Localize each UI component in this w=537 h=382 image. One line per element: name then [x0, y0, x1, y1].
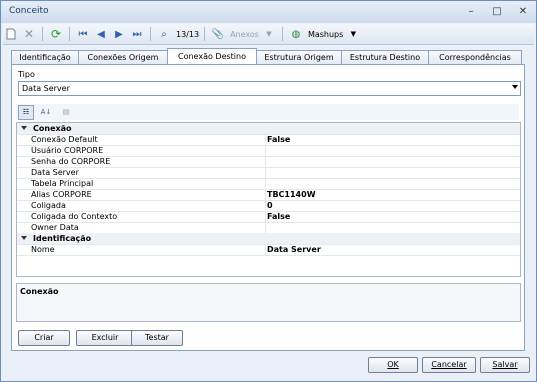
property-name: Data Server	[31, 168, 79, 177]
tab-estrutura-destino[interactable]: Estrutura Destino	[341, 50, 429, 64]
property-row[interactable]: Nome Data Server	[17, 244, 520, 256]
attachment-icon: 📎	[211, 28, 225, 40]
window-controls: – □ ✕	[464, 6, 530, 18]
tab-correspondencias[interactable]: Correspondências	[428, 50, 522, 64]
description-panel: Conexão	[16, 283, 521, 322]
testar-button[interactable]: Testar	[131, 330, 183, 346]
chevron-down-icon[interactable]: ▼	[345, 26, 361, 42]
tab-conexao-destino[interactable]: Conexão Destino	[167, 48, 257, 64]
description-title: Conexão	[20, 287, 59, 296]
category-label: Conexão	[33, 124, 72, 133]
collapse-icon[interactable]	[21, 126, 27, 130]
categorized-view-icon[interactable]: ☷	[18, 104, 34, 120]
property-grid: Conexão Conexão Default False Usuário COR…	[16, 122, 521, 277]
first-record-icon[interactable]: ⏮	[75, 26, 91, 42]
property-name: Alias CORPORE	[31, 190, 92, 199]
property-value[interactable]: 0	[267, 201, 273, 210]
refresh-icon[interactable]: ⟳	[48, 26, 64, 42]
globe-icon: ◍	[291, 28, 301, 40]
property-value[interactable]: TBC1140W	[267, 190, 316, 199]
property-name: Nome	[31, 245, 55, 254]
property-grid-toolbar: ☷ A↓ ▤	[16, 104, 519, 120]
tab-estrutura-origem[interactable]: Estrutura Origem	[256, 50, 342, 64]
new-icon[interactable]	[3, 26, 19, 42]
tipo-select[interactable]: Data Server	[18, 81, 521, 96]
previous-record-icon[interactable]: ◀	[93, 26, 109, 42]
chevron-down-icon: ▼	[266, 30, 272, 38]
salvar-button[interactable]: Salvar	[480, 357, 530, 373]
dialog-window: Conceito – □ ✕ ✕ ⟳ ⏮ ◀ ▶ ⏭ ⌕ 13/13 📎 Ane…	[0, 0, 537, 382]
tab-strip: Identificação Conexões Origem Conexão De…	[11, 48, 522, 64]
property-value[interactable]: False	[267, 135, 290, 144]
next-record-icon[interactable]: ▶	[111, 26, 127, 42]
close-button[interactable]: ✕	[516, 6, 530, 18]
window-title: Conceito	[9, 6, 49, 16]
toolbar-separator	[42, 27, 43, 41]
property-name: Coligada	[31, 201, 66, 210]
binoculars-icon[interactable]: ⌕	[156, 26, 172, 42]
cancelar-button[interactable]: Cancelar	[422, 357, 476, 373]
mashups-button[interactable]: Mashups	[308, 30, 343, 39]
toolbar: ✕ ⟳ ⏮ ◀ ▶ ⏭ ⌕ 13/13 📎 Anexos ▼ ◍ Mashups…	[3, 24, 534, 45]
toolbar-separator	[150, 27, 151, 41]
toolbar-separator	[281, 27, 283, 41]
collapse-icon[interactable]	[21, 236, 27, 240]
property-pages-icon[interactable]: ▤	[58, 105, 74, 120]
record-counter: 13/13	[176, 29, 200, 39]
tab-panel: Tipo Data Server ☷ A↓ ▤ Conexão Conexão …	[11, 64, 525, 351]
property-value[interactable]: False	[267, 212, 290, 221]
ok-button[interactable]: OK	[368, 357, 418, 373]
toolbar-separator	[204, 27, 206, 41]
tipo-value: Data Server	[22, 84, 70, 93]
title-bar: Conceito – □ ✕	[1, 1, 536, 23]
last-record-icon[interactable]: ⏭	[129, 26, 145, 42]
tab-conexoes-origem[interactable]: Conexões Origem	[78, 50, 168, 64]
toolbar-separator	[69, 27, 70, 41]
delete-icon[interactable]: ✕	[21, 26, 37, 42]
chevron-down-icon	[512, 85, 518, 89]
tipo-label: Tipo	[18, 70, 35, 79]
tab-identificacao[interactable]: Identificação	[11, 50, 79, 64]
property-name: Coligada do Contexto	[31, 212, 118, 221]
excluir-button[interactable]: Excluir	[76, 330, 134, 346]
property-name: Tabela Principal	[31, 179, 94, 188]
property-name: Conexão Default	[31, 135, 98, 144]
property-name: Owner Data	[31, 223, 79, 232]
maximize-button[interactable]: □	[490, 6, 504, 18]
property-name: Senha do CORPORE	[31, 157, 111, 166]
anexos-button[interactable]: Anexos	[230, 30, 259, 39]
property-name: Usuário CORPORE	[31, 146, 104, 155]
sort-az-icon[interactable]: A↓	[38, 105, 54, 120]
minimize-button[interactable]: –	[464, 6, 478, 18]
property-value[interactable]: Data Server	[267, 245, 321, 254]
category-label: Identificação	[33, 234, 92, 243]
criar-button[interactable]: Criar	[18, 330, 70, 346]
